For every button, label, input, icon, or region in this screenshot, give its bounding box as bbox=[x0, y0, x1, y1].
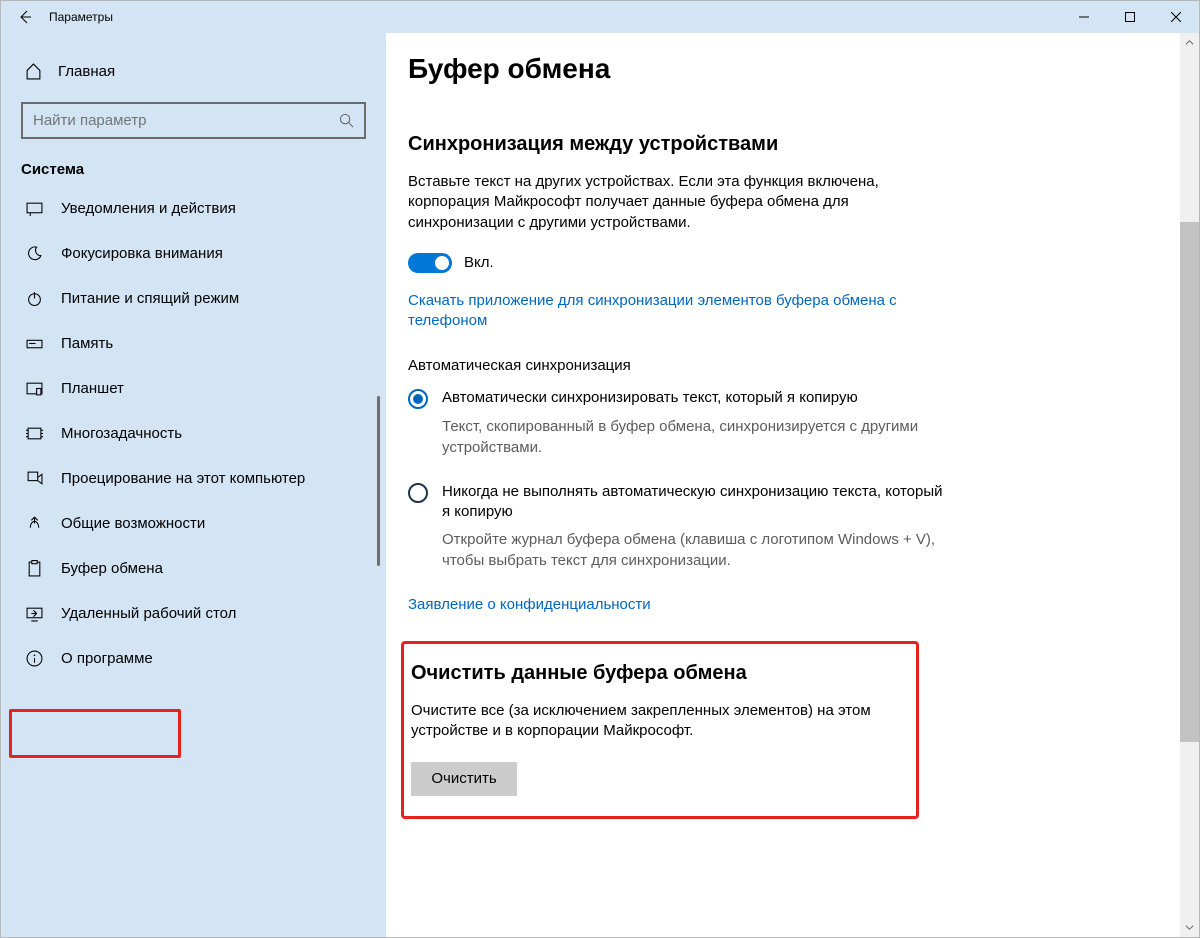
sidebar-item-multitasking[interactable]: Многозадачность bbox=[1, 411, 386, 456]
info-icon bbox=[25, 650, 43, 667]
sidebar-item-storage[interactable]: Память bbox=[1, 321, 386, 366]
sidebar-item-label: Фокусировка внимания bbox=[61, 245, 223, 262]
sidebar-item-remote-desktop[interactable]: Удаленный рабочий стол bbox=[1, 591, 386, 636]
toggle-knob bbox=[435, 256, 449, 270]
radio-icon bbox=[408, 483, 428, 503]
timeline-icon bbox=[25, 425, 43, 442]
radio-label: Автоматически синхронизировать текст, ко… bbox=[442, 388, 858, 408]
content-area: Буфер обмена Синхронизация между устройс… bbox=[386, 33, 1199, 937]
sync-toggle[interactable] bbox=[408, 253, 452, 273]
sync-toggle-row: Вкл. bbox=[408, 253, 1199, 273]
sidebar-item-label: Питание и спящий режим bbox=[61, 290, 239, 307]
close-icon bbox=[1171, 12, 1181, 22]
radio-option-never[interactable]: Никогда не выполнять автоматическую синх… bbox=[408, 482, 948, 523]
remote-desktop-icon bbox=[25, 605, 43, 622]
clear-button[interactable]: Очистить bbox=[411, 762, 517, 796]
sidebar-item-label: О программе bbox=[61, 650, 153, 667]
sidebar-item-label: Многозадачность bbox=[61, 425, 182, 442]
body: Главная Система Уведомления и действия Ф… bbox=[1, 33, 1199, 937]
search-input[interactable] bbox=[33, 112, 313, 129]
minimize-icon bbox=[1079, 12, 1089, 22]
annotation-highlight-clear-section: Очистить данные буфера обмена Очистите в… bbox=[401, 641, 919, 819]
search-box[interactable] bbox=[21, 102, 366, 139]
sidebar-item-label: Уведомления и действия bbox=[61, 200, 236, 217]
close-button[interactable] bbox=[1153, 1, 1199, 33]
radio-icon bbox=[408, 389, 428, 409]
scroll-down-button[interactable] bbox=[1180, 918, 1199, 937]
search-wrap bbox=[21, 102, 366, 139]
scrollbar-thumb[interactable] bbox=[1180, 222, 1199, 742]
storage-icon bbox=[25, 335, 43, 352]
tablet-icon bbox=[25, 380, 43, 397]
sync-toggle-label: Вкл. bbox=[464, 254, 494, 271]
sidebar-item-notifications[interactable]: Уведомления и действия bbox=[1, 186, 386, 231]
page-title: Буфер обмена bbox=[408, 53, 1199, 85]
maximize-button[interactable] bbox=[1107, 1, 1153, 33]
radio-desc: Откройте журнал буфера обмена (клавиша с… bbox=[442, 530, 942, 571]
minimize-button[interactable] bbox=[1061, 1, 1107, 33]
sidebar-item-tablet[interactable]: Планшет bbox=[1, 366, 386, 411]
moon-icon bbox=[25, 245, 43, 262]
download-app-link[interactable]: Скачать приложение для синхронизации эле… bbox=[408, 291, 928, 332]
arrow-left-icon bbox=[17, 9, 33, 25]
settings-window: Параметры Главная Система Уведомл bbox=[0, 0, 1200, 938]
privacy-link[interactable]: Заявление о конфиденциальности bbox=[408, 595, 928, 615]
back-button[interactable] bbox=[1, 1, 49, 33]
sidebar-item-about[interactable]: О программе bbox=[1, 636, 386, 681]
clipboard-icon bbox=[25, 560, 43, 577]
sidebar-item-label: Проецирование на этот компьютер bbox=[61, 470, 305, 487]
sync-description: Вставьте текст на других устройствах. Ес… bbox=[408, 172, 928, 233]
window-controls bbox=[1061, 1, 1199, 33]
project-icon bbox=[25, 470, 43, 487]
clear-heading: Очистить данные буфера обмена bbox=[411, 662, 898, 685]
sidebar-item-clipboard[interactable]: Буфер обмена bbox=[1, 546, 386, 591]
maximize-icon bbox=[1125, 12, 1135, 22]
home-button[interactable]: Главная bbox=[1, 53, 386, 90]
home-icon bbox=[25, 63, 42, 80]
share-icon bbox=[25, 515, 43, 532]
sidebar-item-focus-assist[interactable]: Фокусировка внимания bbox=[1, 231, 386, 276]
radio-desc: Текст, скопированный в буфер обмена, син… bbox=[442, 417, 942, 458]
auto-sync-heading: Автоматическая синхронизация bbox=[408, 357, 1199, 374]
sync-heading: Синхронизация между устройствами bbox=[408, 133, 1199, 156]
sidebar-item-label: Буфер обмена bbox=[61, 560, 163, 577]
chevron-up-icon bbox=[1185, 38, 1194, 47]
search-icon bbox=[339, 113, 354, 128]
section-title: Система bbox=[1, 161, 386, 186]
sidebar: Главная Система Уведомления и действия Ф… bbox=[1, 33, 386, 937]
chevron-down-icon bbox=[1185, 923, 1194, 932]
window-title: Параметры bbox=[49, 10, 113, 24]
sidebar-item-label: Общие возможности bbox=[61, 515, 205, 532]
sidebar-item-power-sleep[interactable]: Питание и спящий режим bbox=[1, 276, 386, 321]
home-label: Главная bbox=[58, 63, 115, 80]
content-scrollbar[interactable] bbox=[1180, 33, 1199, 937]
title-bar: Параметры bbox=[1, 1, 1199, 33]
radio-option-auto[interactable]: Автоматически синхронизировать текст, ко… bbox=[408, 388, 948, 409]
sidebar-item-projecting[interactable]: Проецирование на этот компьютер bbox=[1, 456, 386, 501]
sidebar-item-label: Планшет bbox=[61, 380, 124, 397]
power-icon bbox=[25, 290, 43, 307]
message-icon bbox=[25, 200, 43, 217]
clear-description: Очистите все (за исключением закрепленны… bbox=[411, 701, 898, 742]
sidebar-scrollbar-thumb[interactable] bbox=[377, 396, 380, 566]
scroll-up-button[interactable] bbox=[1180, 33, 1199, 52]
annotation-highlight-sidebar bbox=[9, 709, 181, 758]
sidebar-item-shared-experiences[interactable]: Общие возможности bbox=[1, 501, 386, 546]
radio-label: Никогда не выполнять автоматическую синх… bbox=[442, 482, 948, 523]
sidebar-item-label: Память bbox=[61, 335, 113, 352]
sidebar-item-label: Удаленный рабочий стол bbox=[61, 605, 236, 622]
